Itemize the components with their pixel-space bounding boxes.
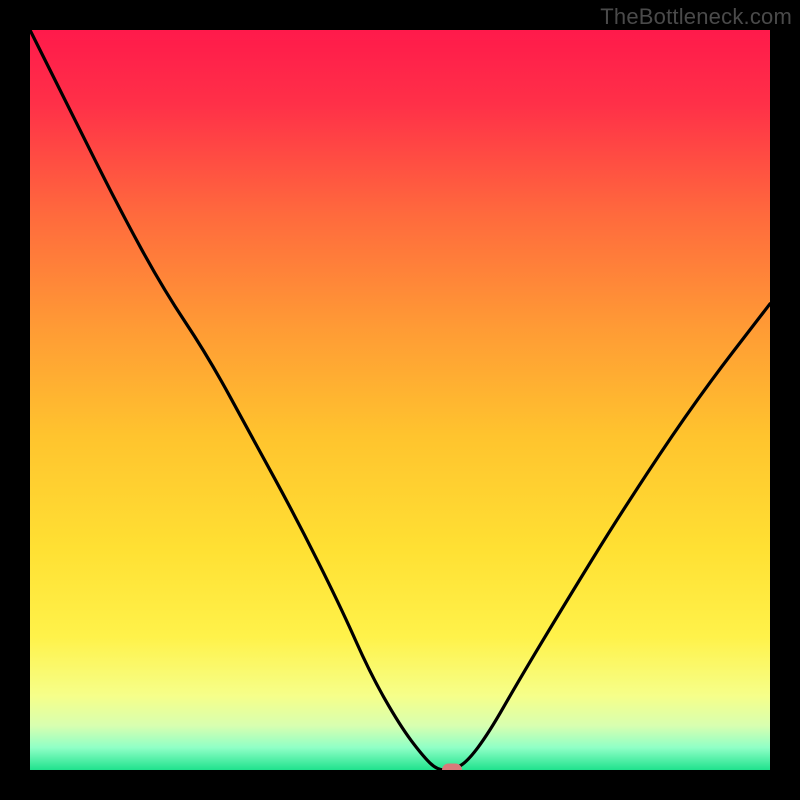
- chart-frame: TheBottleneck.com: [0, 0, 800, 800]
- plot-area: [30, 30, 770, 770]
- watermark-text: TheBottleneck.com: [600, 4, 792, 30]
- optimum-marker: [442, 764, 462, 771]
- bottleneck-curve: [30, 30, 770, 770]
